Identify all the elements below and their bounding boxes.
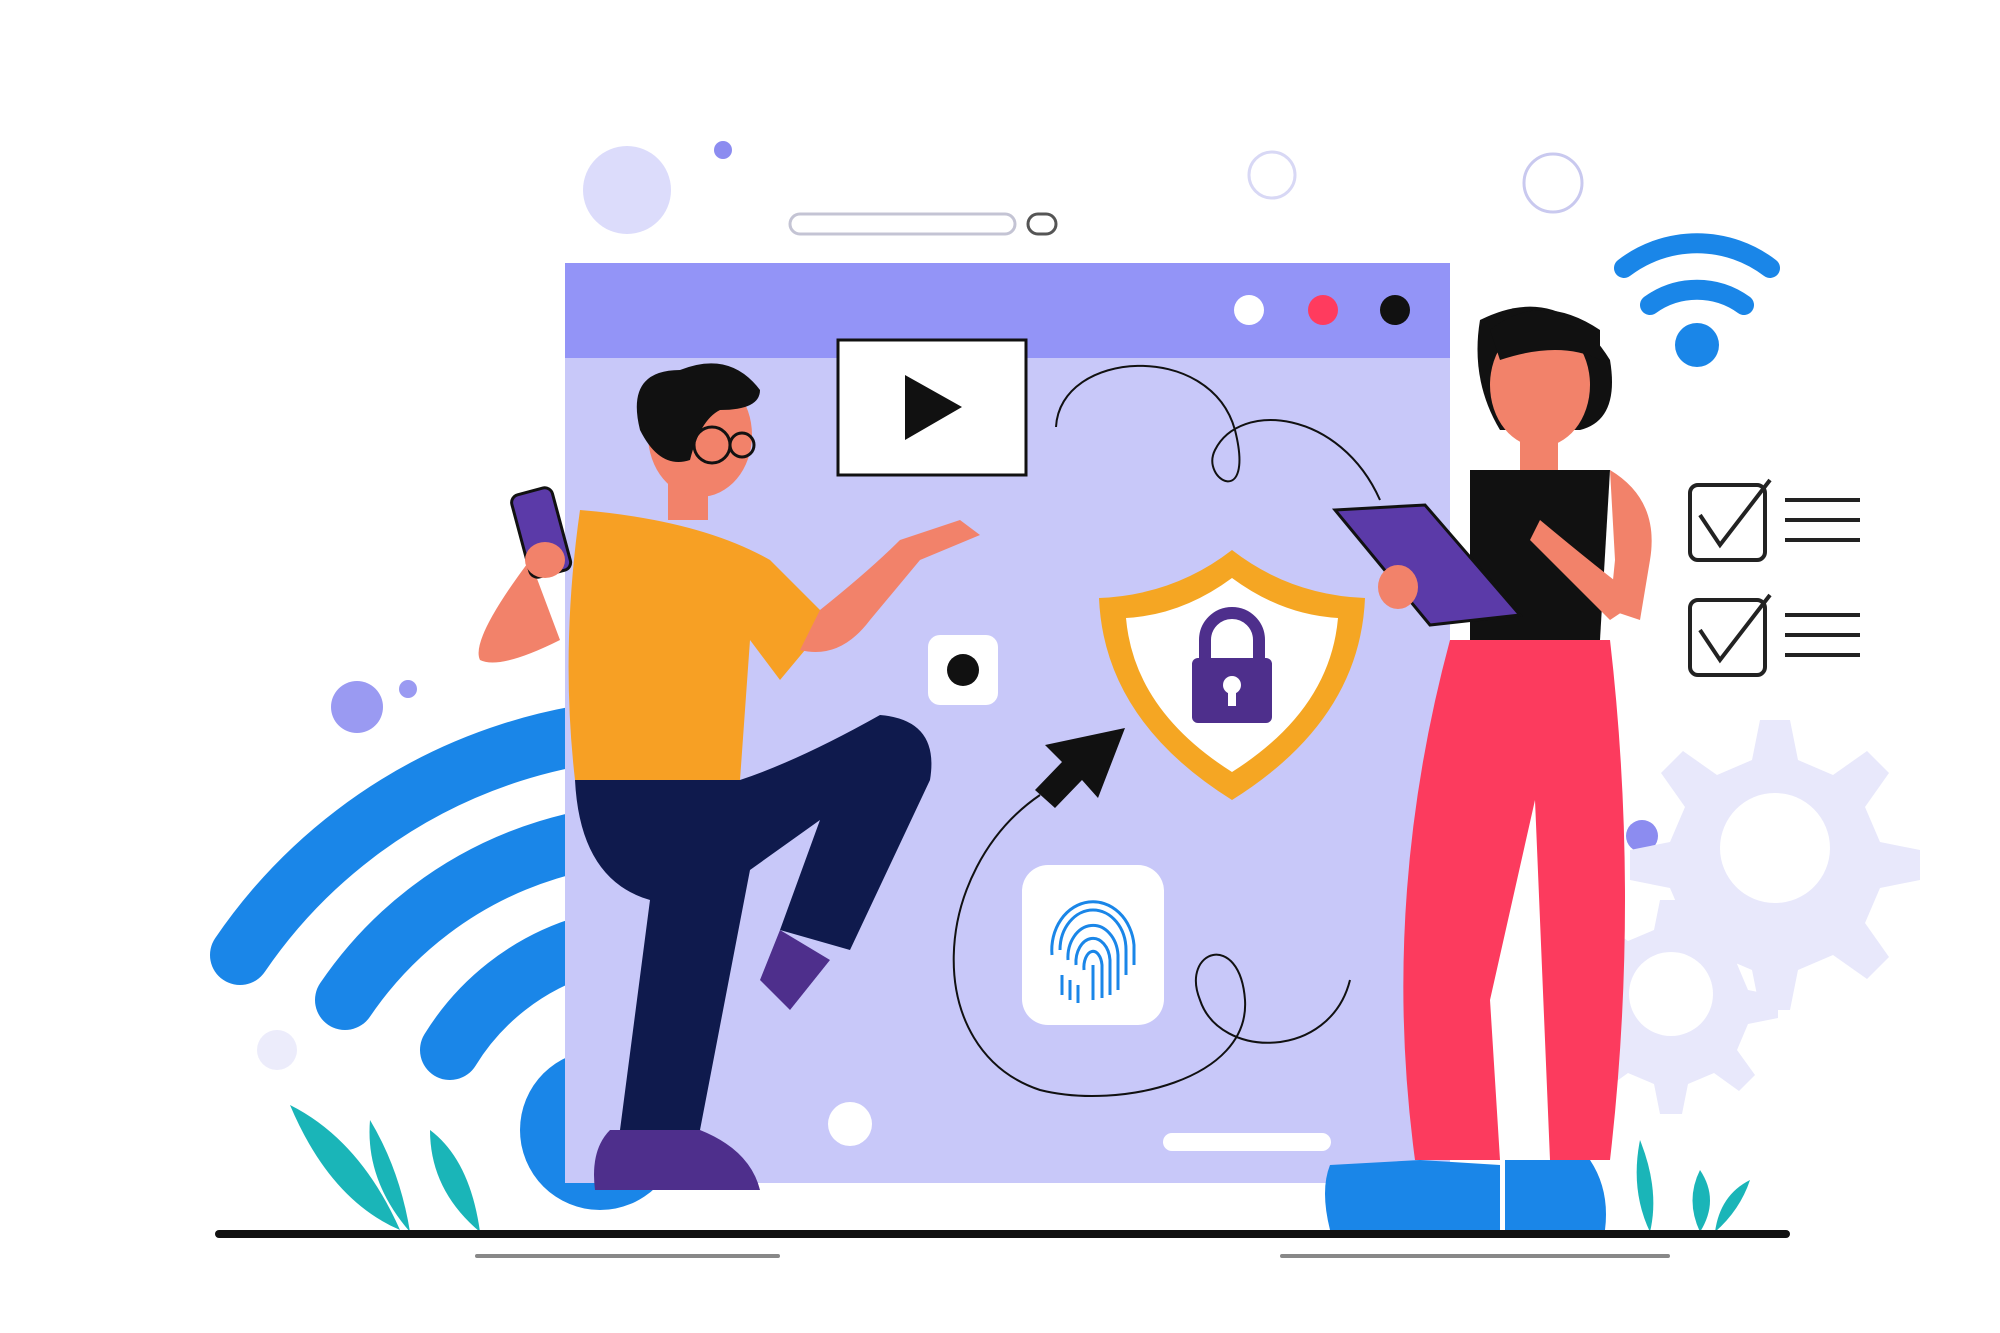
- window-dot-red: [1308, 295, 1338, 325]
- top-pill-small: [1026, 212, 1058, 236]
- fingerprint-icon: [1022, 865, 1164, 1025]
- window-dot-black: [1380, 295, 1410, 325]
- top-pill: [788, 212, 1017, 236]
- ground-line-3: [1280, 1254, 1670, 1258]
- checklist-icon: [1688, 478, 1860, 677]
- window-dot-white: [1234, 295, 1264, 325]
- security-illustration: [210, 141, 1920, 1258]
- wifi-icon-small: [1614, 233, 1780, 315]
- bottom-bar: [1163, 1133, 1331, 1151]
- ground-line: [215, 1230, 1790, 1238]
- white-dot: [828, 1102, 872, 1146]
- ground-line-2: [475, 1254, 780, 1258]
- video-player: [836, 338, 1028, 477]
